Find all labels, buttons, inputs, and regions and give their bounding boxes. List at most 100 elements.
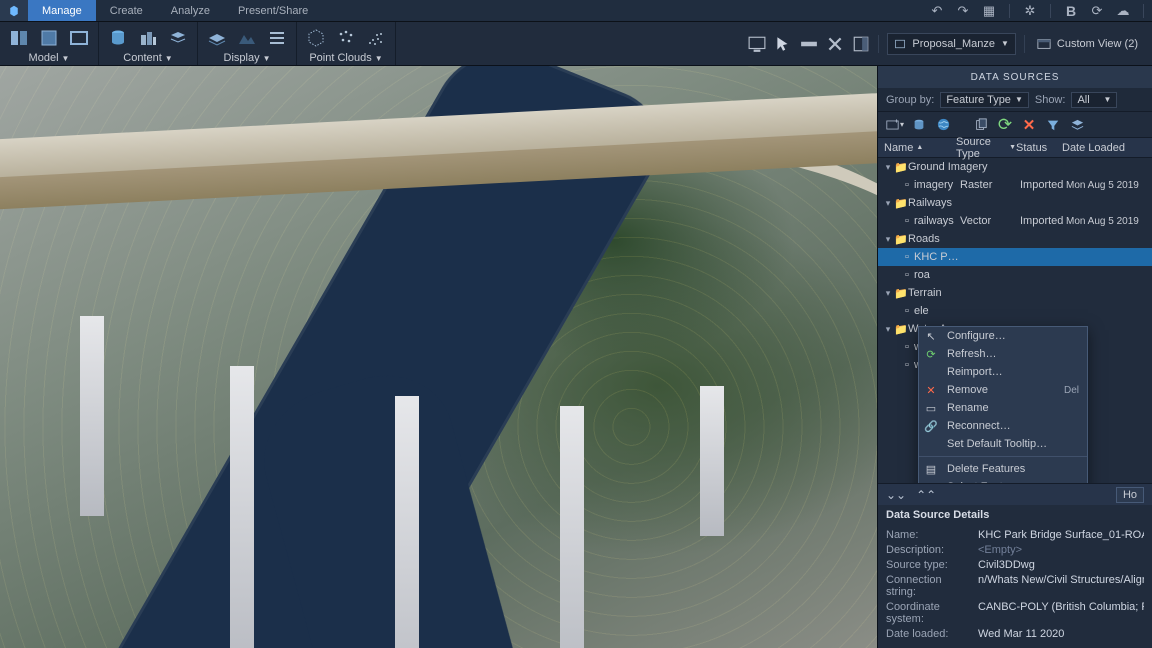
delete-features-icon: ▤ bbox=[923, 463, 939, 476]
ribbon-group-display: Display▼ bbox=[198, 22, 297, 65]
level-icon[interactable] bbox=[800, 35, 818, 53]
model-icon-3[interactable] bbox=[68, 27, 90, 49]
cloud-icon[interactable]: ☁ bbox=[1115, 3, 1131, 19]
bridge-pillar bbox=[560, 406, 584, 648]
detail-val-source-type: Civil3DDwg bbox=[978, 559, 1144, 571]
detail-val-connection: n/Whats New/Civil Structures/Alignments/… bbox=[978, 574, 1144, 598]
sync-icon[interactable]: ⟳ bbox=[1089, 3, 1105, 19]
refresh-icon: ⟳ bbox=[923, 348, 939, 361]
tree-group-terrain[interactable]: ▾📁Terrain bbox=[878, 284, 1152, 302]
filter-icon[interactable] bbox=[1044, 116, 1062, 134]
details-title: Data Source Details bbox=[878, 505, 1152, 525]
detail-key-date-loaded: Date loaded: bbox=[886, 628, 972, 640]
data-sources-panel: DATA SOURCES Group by: Feature Type▼ Sho… bbox=[877, 66, 1152, 648]
ribbon-label-content[interactable]: Content▼ bbox=[123, 51, 172, 65]
ctx-remove[interactable]: ✕RemoveDel bbox=[919, 381, 1087, 399]
tree-group-ground-imagery[interactable]: ▾📁Ground Imagery bbox=[878, 158, 1152, 176]
pc-cube-icon[interactable] bbox=[305, 27, 327, 49]
ribbon-group-content: Content▼ bbox=[99, 22, 198, 65]
show-dropdown[interactable]: All▼ bbox=[1071, 92, 1117, 108]
detail-key-name: Name: bbox=[886, 529, 972, 541]
viewport-3d[interactable] bbox=[0, 66, 877, 648]
copy-icon[interactable] bbox=[972, 116, 990, 134]
bold-b-icon[interactable]: B bbox=[1063, 3, 1079, 19]
group-by-dropdown[interactable]: Feature Type▼ bbox=[940, 92, 1029, 108]
detail-key-coord: Coordinate system: bbox=[886, 601, 972, 625]
tree-item-roa[interactable]: ▫roa bbox=[878, 266, 1152, 284]
details-body: Name:KHC Park Bridge Surface_01-ROADS De… bbox=[878, 525, 1152, 648]
db-icon[interactable] bbox=[910, 116, 928, 134]
detail-val-date-loaded: Wed Mar 11 2020 bbox=[978, 628, 1144, 640]
content-db-icon[interactable] bbox=[107, 27, 129, 49]
ho-button[interactable]: Ho bbox=[1116, 487, 1144, 503]
ctx-delete-features[interactable]: ▤Delete Features bbox=[919, 460, 1087, 478]
select-features-icon: ▥ bbox=[923, 481, 939, 484]
ctx-refresh[interactable]: ⟳Refresh… bbox=[919, 345, 1087, 363]
settings-icon[interactable]: ✲ bbox=[1022, 3, 1038, 19]
display-terrain-icon[interactable] bbox=[236, 27, 258, 49]
expand-up-icon[interactable]: ⌃⌃ bbox=[916, 488, 936, 502]
select-arrow-icon[interactable] bbox=[774, 35, 792, 53]
panel-icon[interactable] bbox=[852, 35, 870, 53]
ctx-reconnect[interactable]: 🔗Reconnect… bbox=[919, 417, 1087, 435]
separator bbox=[1024, 35, 1025, 53]
collapse-down-icon[interactable]: ⌄⌄ bbox=[886, 488, 906, 502]
tree-group-roads[interactable]: ▾📁Roads bbox=[878, 230, 1152, 248]
ctx-select-features[interactable]: ▥Select Features bbox=[919, 478, 1087, 483]
display-layers-icon[interactable] bbox=[206, 27, 228, 49]
pc-dots-icon[interactable] bbox=[335, 27, 357, 49]
delete-icon[interactable]: ✕ bbox=[1020, 116, 1038, 134]
ctx-separator bbox=[919, 456, 1087, 457]
tab-present-share[interactable]: Present/Share bbox=[224, 0, 322, 21]
cursor-icon: ↖ bbox=[923, 330, 939, 343]
add-source-icon[interactable]: ▾ bbox=[886, 116, 904, 134]
tree-item-railways[interactable]: ▫railways Vector Imported Mon Aug 5 2019 bbox=[878, 212, 1152, 230]
panel-title: DATA SOURCES bbox=[878, 66, 1152, 88]
content-layers-icon[interactable] bbox=[167, 27, 189, 49]
menu-tabs: Manage Create Analyze Present/Share bbox=[28, 0, 322, 21]
menubar-right: ↶ ↷ ▦ ✲ B ⟳ ☁ bbox=[929, 0, 1152, 21]
undo-icon[interactable]: ↶ bbox=[929, 3, 945, 19]
rename-icon: ▭ bbox=[923, 402, 939, 415]
proposal-dropdown[interactable]: Proposal_Manze ▼ bbox=[887, 33, 1015, 55]
tab-manage[interactable]: Manage bbox=[28, 0, 96, 21]
details-header: ⌄⌄ ⌃⌃ Ho bbox=[878, 483, 1152, 505]
data-sources-tree[interactable]: ▾📁Ground Imagery ▫imagery Raster Importe… bbox=[878, 158, 1152, 483]
ribbon-label-model[interactable]: Model▼ bbox=[29, 51, 70, 65]
redo-icon[interactable]: ↷ bbox=[955, 3, 971, 19]
detail-val-coord: CANBC-POLY (British Columbia; Polyconic … bbox=[978, 601, 1144, 625]
tab-create[interactable]: Create bbox=[96, 0, 157, 21]
ribbon-group-pointclouds: Point Clouds▼ bbox=[297, 22, 396, 65]
tab-analyze[interactable]: Analyze bbox=[157, 0, 224, 21]
pc-scatter-icon[interactable] bbox=[365, 27, 387, 49]
model-icon-1[interactable] bbox=[8, 27, 30, 49]
ctx-configure[interactable]: ↖Configure… bbox=[919, 327, 1087, 345]
bridge-pillar bbox=[230, 366, 254, 648]
tree-group-railways[interactable]: ▾📁Railways bbox=[878, 194, 1152, 212]
separator bbox=[1143, 4, 1144, 18]
app-logo[interactable] bbox=[0, 0, 28, 21]
model-icon-2[interactable] bbox=[38, 27, 60, 49]
ctx-reimport[interactable]: Reimport… bbox=[919, 363, 1087, 381]
ribbon-label-pointclouds[interactable]: Point Clouds▼ bbox=[309, 51, 382, 65]
separator bbox=[1009, 4, 1010, 18]
custom-view-dropdown[interactable]: Custom View (2) bbox=[1033, 35, 1142, 53]
tree-item-ele[interactable]: ▫ele bbox=[878, 302, 1152, 320]
detail-val-name: KHC Park Bridge Surface_01-ROADS bbox=[978, 529, 1144, 541]
ribbon-label-display[interactable]: Display▼ bbox=[224, 51, 271, 65]
panel-toolbar: ▾ ⟳ ✕ bbox=[878, 112, 1152, 138]
grid-icon[interactable]: ▦ bbox=[981, 3, 997, 19]
tree-item-imagery[interactable]: ▫imagery Raster Imported Mon Aug 5 2019 bbox=[878, 176, 1152, 194]
display-mode-icon[interactable] bbox=[748, 35, 766, 53]
refresh-icon[interactable]: ⟳ bbox=[996, 116, 1014, 134]
globe-icon[interactable] bbox=[934, 116, 952, 134]
content-buildings-icon[interactable] bbox=[137, 27, 159, 49]
ctx-rename[interactable]: ▭Rename bbox=[919, 399, 1087, 417]
tools-cross-icon[interactable] bbox=[826, 35, 844, 53]
tree-header: Name▲ Source Type▼ Status Date Loaded bbox=[878, 138, 1152, 158]
layers-tool-icon[interactable] bbox=[1068, 116, 1086, 134]
tree-item-khc-roads[interactable]: ▫KHC P… bbox=[878, 248, 1152, 266]
display-list-icon[interactable] bbox=[266, 27, 288, 49]
show-label: Show: bbox=[1035, 94, 1066, 106]
ctx-set-default-tooltip[interactable]: Set Default Tooltip… bbox=[919, 435, 1087, 453]
